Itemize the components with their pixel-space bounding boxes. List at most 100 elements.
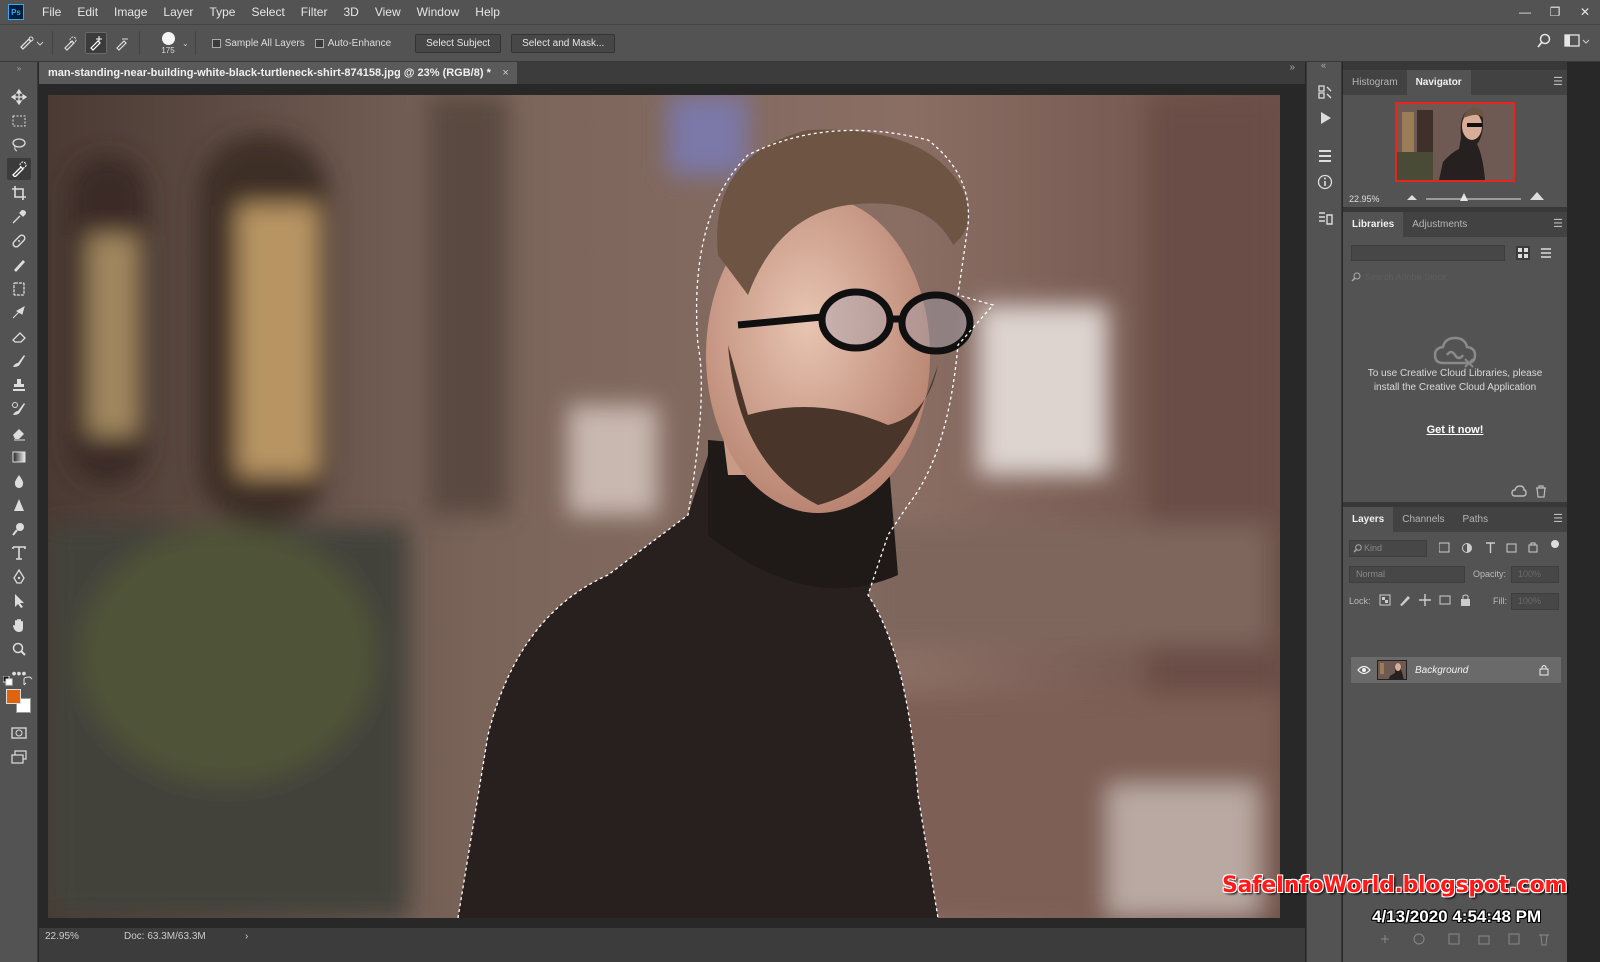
delete-icon[interactable] xyxy=(1535,485,1547,498)
close-window-icon[interactable]: ✕ xyxy=(1570,0,1600,24)
sample-all-layers-checkbox[interactable]: Sample All Layers xyxy=(211,38,305,49)
grid-view-icon[interactable] xyxy=(1516,246,1530,260)
quick-selection-tool-icon[interactable] xyxy=(7,158,31,180)
tool-preset-picker[interactable] xyxy=(16,32,46,54)
cloud-sync-icon[interactable] xyxy=(1511,485,1527,497)
checkbox-box[interactable] xyxy=(211,38,221,48)
layers-footer-icons[interactable] xyxy=(1379,932,1559,946)
glyphs-panel-icon[interactable] xyxy=(1315,208,1335,228)
info-icon[interactable] xyxy=(1315,172,1335,192)
menu-type[interactable]: Type xyxy=(201,0,243,24)
restore-icon[interactable]: ❐ xyxy=(1540,0,1570,24)
properties-panel-icon[interactable] xyxy=(1315,146,1335,166)
hand-tool-icon[interactable] xyxy=(7,614,31,636)
panel-menu-icon[interactable]: ☰ xyxy=(1553,212,1563,237)
search-icon[interactable] xyxy=(1536,33,1552,49)
history-panel-icon[interactable] xyxy=(1315,82,1335,102)
zoom-slider-thumb[interactable] xyxy=(1460,193,1468,201)
menu-select[interactable]: Select xyxy=(243,0,292,24)
blur-tool-icon[interactable] xyxy=(7,470,31,492)
move-tool-icon[interactable] xyxy=(7,86,31,108)
document-image[interactable] xyxy=(48,95,1280,918)
crop-tool-icon[interactable] xyxy=(7,182,31,204)
type-tool-icon[interactable] xyxy=(7,542,31,564)
eye-visibility-icon[interactable] xyxy=(1357,665,1371,675)
actions-play-icon[interactable] xyxy=(1315,108,1335,128)
close-icon[interactable]: × xyxy=(502,62,508,84)
brush-tool-icon[interactable] xyxy=(7,350,31,372)
lock-options-icons[interactable] xyxy=(1379,594,1475,606)
history-brush-tool-icon[interactable] xyxy=(7,302,31,324)
expand-panels-icon[interactable]: « xyxy=(1321,60,1326,70)
clone-stamp-tool-icon[interactable] xyxy=(7,278,31,300)
menu-3d[interactable]: 3D xyxy=(335,0,366,24)
path-selection-tool-icon[interactable] xyxy=(7,590,31,612)
collapse-panels-icon[interactable]: » xyxy=(1289,62,1295,74)
marquee-tool-icon[interactable] xyxy=(7,110,31,132)
layer-name[interactable]: Background xyxy=(1415,665,1468,676)
tab-histogram[interactable]: Histogram xyxy=(1343,70,1407,95)
fill-input[interactable]: 100% xyxy=(1511,593,1559,610)
gradient-tool-icon[interactable] xyxy=(7,446,31,468)
zoom-tool-icon[interactable] xyxy=(7,638,31,660)
library-select[interactable] xyxy=(1351,245,1505,261)
list-view-icon[interactable] xyxy=(1540,247,1552,259)
new-selection-button[interactable] xyxy=(59,32,81,54)
pen-tool-icon[interactable] xyxy=(7,566,31,588)
auto-enhance-checkbox[interactable]: Auto-Enhance xyxy=(314,38,391,49)
zoom-in-icon[interactable] xyxy=(1529,191,1545,201)
collapse-toolbar-icon[interactable]: » xyxy=(7,64,31,73)
status-menu-arrow[interactable]: › xyxy=(245,931,248,942)
tab-channels[interactable]: Channels xyxy=(1393,507,1453,532)
sharpen-tool-icon[interactable] xyxy=(7,494,31,516)
workspace-switcher-icon[interactable] xyxy=(1564,33,1590,49)
chevron-down-icon[interactable]: ⌄ xyxy=(182,39,189,48)
eyedropper-tool-icon[interactable] xyxy=(7,206,31,228)
tab-layers[interactable]: Layers xyxy=(1343,507,1394,532)
zoom-out-icon[interactable] xyxy=(1406,193,1418,201)
menu-window[interactable]: Window xyxy=(409,0,468,24)
dodge-tool-icon[interactable] xyxy=(7,518,31,540)
brush-tool-icon[interactable] xyxy=(7,254,31,276)
default-colors-icon[interactable] xyxy=(2,676,14,686)
select-subject-button[interactable]: Select Subject xyxy=(415,33,502,53)
eraser-icon[interactable] xyxy=(7,422,31,444)
panel-menu-icon[interactable]: ☰ xyxy=(1553,507,1563,532)
blend-mode-select[interactable]: Normal xyxy=(1349,566,1465,583)
eraser-tool-icon[interactable] xyxy=(7,326,31,348)
checkbox-box[interactable] xyxy=(314,38,324,48)
layer-row-background[interactable]: Background xyxy=(1351,657,1561,683)
subtract-from-selection-button[interactable] xyxy=(111,32,133,54)
layer-filter-icons[interactable] xyxy=(1439,542,1549,554)
menu-image[interactable]: Image xyxy=(106,0,155,24)
tab-navigator[interactable]: Navigator xyxy=(1406,70,1471,95)
menu-filter[interactable]: Filter xyxy=(293,0,336,24)
add-to-selection-button[interactable] xyxy=(85,32,107,54)
tab-paths[interactable]: Paths xyxy=(1454,507,1498,532)
filter-toggle-icon[interactable] xyxy=(1551,540,1559,548)
menu-edit[interactable]: Edit xyxy=(69,0,106,24)
menu-file[interactable]: File xyxy=(34,0,69,24)
stock-search-input[interactable]: Search Adobe Stock xyxy=(1351,269,1555,285)
screen-mode-icon[interactable] xyxy=(7,746,31,768)
navigator-preview[interactable] xyxy=(1395,102,1515,182)
tab-adjustments[interactable]: Adjustments xyxy=(1403,212,1476,237)
history-brush-icon[interactable] xyxy=(7,398,31,420)
status-zoom[interactable]: 22.95% xyxy=(45,931,79,942)
clone-stamp-icon[interactable] xyxy=(7,374,31,396)
brush-picker[interactable]: 175 xyxy=(154,27,182,59)
panel-menu-icon[interactable]: ☰ xyxy=(1553,70,1563,95)
get-it-now-link[interactable]: Get it now! xyxy=(1343,424,1567,436)
menu-help[interactable]: Help xyxy=(467,0,508,24)
tab-libraries[interactable]: Libraries xyxy=(1343,212,1404,237)
minimize-icon[interactable]: — xyxy=(1510,0,1540,24)
opacity-input[interactable]: 100% xyxy=(1511,566,1559,583)
zoom-slider[interactable] xyxy=(1426,198,1521,200)
quick-mask-icon[interactable] xyxy=(7,722,31,744)
document-tab[interactable]: man-standing-near-building-white-black-t… xyxy=(39,62,517,84)
swap-colors-icon[interactable] xyxy=(22,676,34,686)
navigator-zoom-value[interactable]: 22.95% xyxy=(1349,194,1380,204)
canvas-area[interactable] xyxy=(39,84,1305,928)
select-and-mask-button[interactable]: Select and Mask... xyxy=(511,33,616,53)
menu-layer[interactable]: Layer xyxy=(155,0,201,24)
